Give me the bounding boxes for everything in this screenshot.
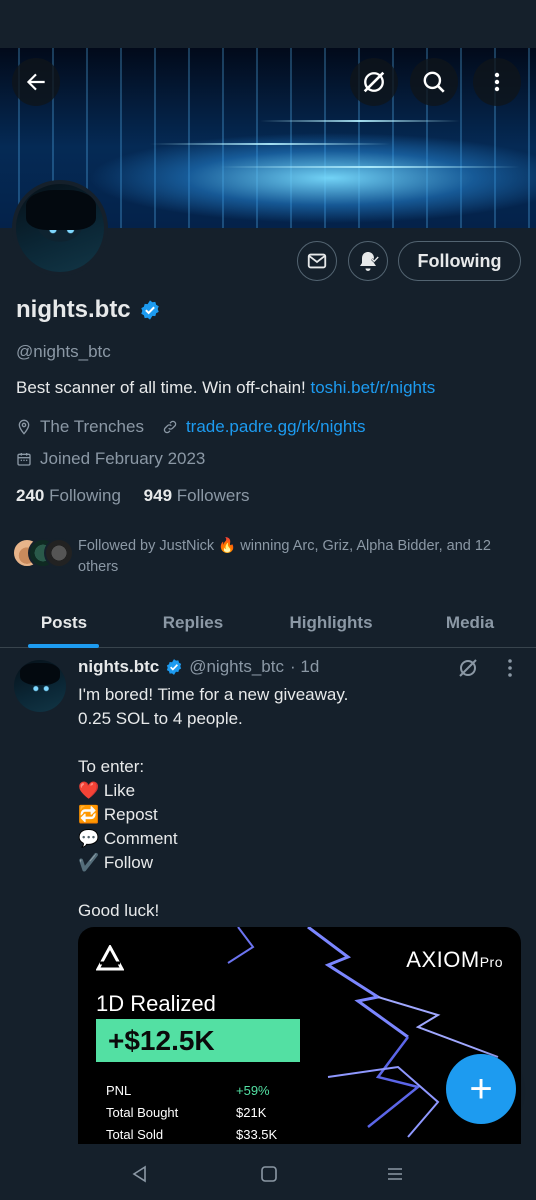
more-icon: [508, 659, 512, 677]
nav-recents-icon[interactable]: [385, 1164, 405, 1184]
bell-icon: [360, 252, 380, 271]
tab-indicator: [28, 644, 99, 648]
tweet-author-name[interactable]: nights.btc: [78, 657, 159, 677]
back-arrow-icon: [26, 73, 45, 91]
tweet-line: 0.25 SOL to 4 people.: [78, 709, 243, 728]
mail-icon: [307, 253, 327, 269]
grok-icon: [459, 659, 477, 677]
link-icon: [162, 419, 178, 435]
card-row-value: $21K: [236, 1105, 267, 1120]
compose-fab[interactable]: +: [446, 1054, 516, 1124]
more-button[interactable]: [473, 58, 521, 106]
follow-counts: 240 Following 949 Followers: [16, 486, 250, 506]
tweet-avatar[interactable]: [14, 660, 66, 712]
followers-link[interactable]: 949 Followers: [144, 486, 250, 505]
calendar-icon: [16, 451, 32, 467]
following-button[interactable]: Following: [398, 241, 521, 281]
tweet-line: [78, 875, 518, 899]
axiom-logo-icon: [96, 945, 124, 971]
nav-back-icon[interactable]: [130, 1164, 150, 1184]
location-icon: [16, 419, 32, 435]
display-name: nights.btc: [16, 296, 131, 323]
tweet-line: ❤️ Like: [78, 781, 136, 800]
status-bar: [0, 0, 536, 48]
back-button[interactable]: [12, 58, 60, 106]
avatar: [44, 538, 74, 568]
grok-button[interactable]: [350, 58, 398, 106]
card-amount: +$12.5K: [96, 1019, 300, 1062]
tweet-line: [78, 731, 518, 755]
search-button[interactable]: [410, 58, 458, 106]
followed-by-text: Followed by JustNick 🔥 winning Arc, Griz…: [78, 538, 491, 575]
tab-media[interactable]: Media: [404, 598, 536, 648]
card-row-value: +59%: [236, 1083, 270, 1098]
tweet-line: I'm bored! Time for a new giveaway.: [78, 685, 349, 704]
tweet-line: 💬 Comment: [78, 829, 178, 848]
location-text: The Trenches: [40, 417, 144, 436]
verified-badge-icon: [167, 659, 182, 675]
tweet-time: · 1d: [289, 657, 320, 676]
profile-bio: Best scanner of all time. Win off-chain!…: [16, 378, 435, 398]
tab-replies[interactable]: Replies: [128, 598, 258, 648]
joined-text: Joined February 2023: [40, 449, 206, 468]
profile-name: nights.btc: [16, 296, 161, 324]
tab-highlights[interactable]: Highlights: [258, 598, 404, 648]
bio-link[interactable]: toshi.bet/r/nights: [310, 378, 435, 397]
tweet-more-button[interactable]: [500, 657, 520, 684]
card-row-label: PNL: [106, 1083, 132, 1098]
tweet-media-card[interactable]: AXIOMPro 1D Realized +$12.5K PNL +59% To…: [78, 927, 521, 1147]
notifications-button[interactable]: [348, 241, 388, 281]
tweet-text: I'm bored! Time for a new giveaway. 0.25…: [78, 683, 518, 923]
tweet-header: nights.btc @nights_btc · 1d: [78, 657, 319, 677]
verified-badge-icon: [140, 300, 159, 320]
message-button[interactable]: [297, 241, 337, 281]
website-link[interactable]: trade.padre.gg/rk/nights: [186, 417, 366, 437]
nav-home-icon[interactable]: [259, 1164, 279, 1184]
card-row-label: Total Bought: [106, 1105, 179, 1120]
tab-posts[interactable]: Posts: [0, 598, 128, 648]
search-icon: [423, 71, 445, 93]
card-row-value: $33.5K: [236, 1127, 278, 1142]
card-row-label: Total Sold: [106, 1127, 164, 1142]
tweet-line: Good luck!: [78, 901, 160, 920]
profile-tabs: Posts Replies Highlights Media: [0, 598, 536, 648]
tweet-line: To enter:: [78, 757, 145, 776]
tweet-line: ✔️ Follow: [78, 853, 154, 872]
joined-row: Joined February 2023: [16, 449, 205, 469]
system-nav-bar: [0, 1144, 536, 1200]
tweet-author-handle: @nights_btc: [189, 657, 284, 676]
bio-text: Best scanner of all time. Win off-chain!: [16, 378, 311, 397]
card-title: 1D Realized: [96, 991, 216, 1016]
profile-meta-row: The Trenches trade.padre.gg/rk/nights: [16, 417, 366, 437]
grok-icon: [363, 71, 385, 93]
more-icon: [494, 72, 500, 92]
axiom-brand: AXIOMPro: [406, 947, 503, 972]
tweet-line: 🔁 Repost: [78, 805, 158, 824]
profile-handle: @nights_btc: [16, 342, 111, 361]
profile-avatar[interactable]: [12, 180, 108, 276]
tweet-grok-button[interactable]: [456, 656, 480, 685]
following-link[interactable]: 240 Following: [16, 486, 121, 505]
